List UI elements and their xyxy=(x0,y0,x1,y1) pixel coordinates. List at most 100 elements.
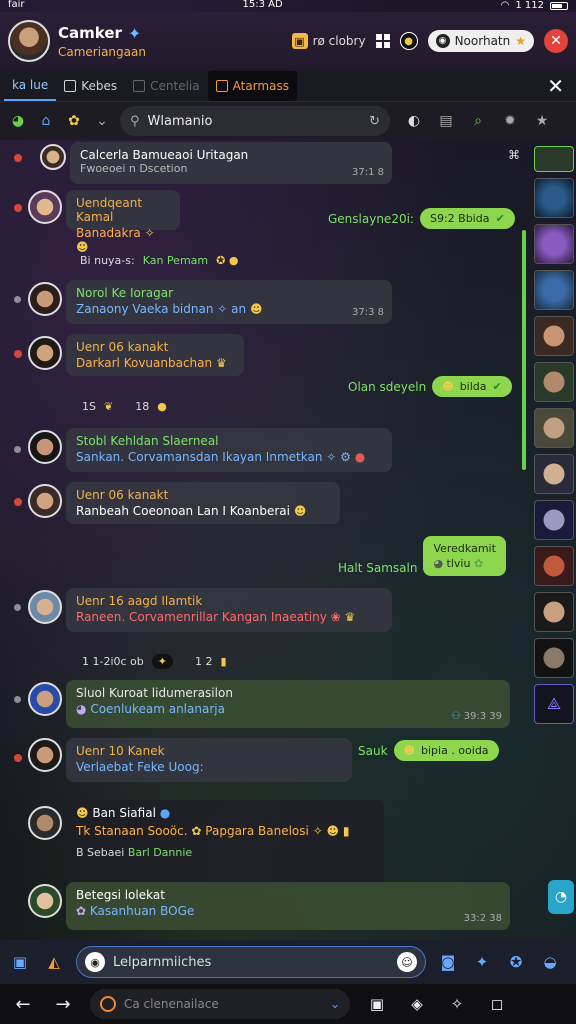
tabs-icon[interactable]: ▣ xyxy=(364,995,390,1013)
logo-icon[interactable]: ⟁ xyxy=(534,684,574,724)
camera-icon[interactable]: ◙ xyxy=(436,950,460,974)
contact-avatar[interactable] xyxy=(534,592,574,632)
list-item[interactable]: ☻ Ban Siafial ● Tk Stanaan Sooöc. ✿ Papg… xyxy=(66,800,384,886)
status-left: fair xyxy=(8,0,25,10)
outgoing-message[interactable]: Halt Samsaln Veredkamit ◕ tlviu ✿ xyxy=(338,536,506,576)
gift-icon[interactable]: ✦ xyxy=(470,950,494,974)
bird-icon: ✦ xyxy=(127,23,142,43)
contact-avatar[interactable] xyxy=(534,546,574,586)
outgoing-bubble: ☻ bilda ✔ xyxy=(432,376,512,397)
scrollbar[interactable] xyxy=(522,230,526,470)
emoji-icon[interactable]: ☺ xyxy=(397,952,417,972)
system-note: 1S ❦ 18 ● xyxy=(82,400,167,413)
extensions-icon[interactable]: ✧ xyxy=(444,995,470,1013)
contact-avatar[interactable] xyxy=(534,146,574,172)
tab-kebes[interactable]: Kebes xyxy=(56,71,125,101)
message-name: Uenr 10 Kanek xyxy=(76,744,165,758)
list-item[interactable]: Betegsi lolekat ✿ Kasanhuan BOGe 33:2 38 xyxy=(66,882,510,930)
bookmark-icon[interactable]: ⌘ xyxy=(508,148,520,162)
list-item[interactable]: Uenr 06 kanakt Darkarl Kovuanbachan ♛ xyxy=(66,334,244,376)
chevron-down-icon[interactable]: ⌄ xyxy=(330,997,340,1011)
avatar[interactable] xyxy=(28,336,62,370)
avatar[interactable] xyxy=(28,738,62,772)
floating-action-icon[interactable]: ◔ xyxy=(548,880,574,914)
user-avatar[interactable] xyxy=(8,20,50,62)
close-tabs-icon[interactable]: ✕ xyxy=(547,74,572,98)
composer-bar: ▣ ◭ ◉ Lelparnmiiches ☺ ◙ ✦ ✪ ◒ xyxy=(0,940,576,984)
search-icon[interactable]: ⌕ xyxy=(468,111,488,131)
status-right: 1 112 xyxy=(515,0,544,11)
palette-icon[interactable]: ◐ xyxy=(404,111,424,131)
app-subtitle: Cameriangaan xyxy=(58,44,146,59)
link-icon: ⚲ xyxy=(130,113,140,129)
list-item[interactable]: Stobl Kehldan Slaerneal Sankan. Corvaman… xyxy=(66,428,392,472)
window-icon[interactable]: ▤ xyxy=(436,111,456,131)
contact-avatar[interactable] xyxy=(534,224,574,264)
game-icon[interactable]: ✪ xyxy=(504,950,528,974)
avatar[interactable] xyxy=(28,430,62,464)
grid-icon[interactable] xyxy=(375,34,390,48)
address-bar[interactable]: Ca clenenailace ⌄ xyxy=(90,989,350,1019)
shop-chip[interactable]: ▣ rø clobry xyxy=(291,33,366,49)
contact-avatar[interactable] xyxy=(534,500,574,540)
badge-icon[interactable]: ✿ xyxy=(64,111,84,131)
forward-arrow-icon[interactable]: → xyxy=(50,994,76,1015)
notification-pill[interactable]: ◉ Noorhatn ★ xyxy=(427,30,534,52)
list-item[interactable]: Uenr 16 aagd Ilamtik Raneen. Corvamenril… xyxy=(66,588,392,632)
shield-icon[interactable]: ◈ xyxy=(404,995,430,1013)
message-text: Ranbeah Coeonoan Lan I Koanberai ☻ xyxy=(76,504,307,518)
close-icon[interactable]: ✕ xyxy=(544,29,568,53)
contact-avatar[interactable] xyxy=(534,270,574,310)
settings-icon[interactable]: ✹ xyxy=(500,111,520,131)
tab-home[interactable]: ka lue xyxy=(4,71,57,101)
reaction-icon: ▮ xyxy=(220,655,227,668)
avatar[interactable] xyxy=(28,484,62,518)
search-field[interactable]: ⚲ Wlamanio ↻ xyxy=(120,106,390,136)
list-item[interactable]: Calcerla Bamueaoi Uritagan Fwoeoei n Dsc… xyxy=(70,142,392,184)
message-name: Sluol Kuroat lidumerasilon xyxy=(76,686,233,700)
list-item[interactable]: Uenr 10 Kanek Verlaebat Feke Uoog: xyxy=(66,738,352,782)
list-item[interactable]: Norol Ke Ioragar Zanaony Vaeka bidnan ✧ … xyxy=(66,280,392,324)
message-text: Zanaony Vaeka bidnan ✧ an ☻ xyxy=(76,302,263,316)
contact-avatar[interactable] xyxy=(534,178,574,218)
outgoing-message[interactable]: Genslayne20i: S9:2 Bbida ✔ xyxy=(328,208,515,229)
list-item[interactable]: Uenr 06 kanakt Ranbeah Coeonoan Lan I Ko… xyxy=(66,482,340,524)
outgoing-message[interactable]: Olan sdeyeln ☻ bilda ✔ xyxy=(348,376,512,397)
avatar[interactable] xyxy=(28,590,62,624)
outgoing-message[interactable]: Sauk ☻ bipia . ooida xyxy=(358,740,499,761)
tab-atarmass[interactable]: Atarmass xyxy=(207,70,297,101)
contact-avatar[interactable] xyxy=(534,362,574,402)
unread-dot xyxy=(14,498,22,506)
contact-avatar[interactable] xyxy=(534,408,574,448)
message-input[interactable]: ◉ Lelparnmiiches ☺ xyxy=(76,946,426,978)
avatar[interactable] xyxy=(28,682,62,716)
avatar[interactable] xyxy=(40,144,66,170)
tab-centelia[interactable]: Centelia xyxy=(125,71,207,101)
mask-icon[interactable]: ◒ xyxy=(538,950,562,974)
home-icon[interactable]: ⌂ xyxy=(36,111,56,131)
contact-avatar[interactable] xyxy=(534,638,574,678)
bag-icon: ▣ xyxy=(291,33,308,49)
refresh-icon[interactable]: ↻ xyxy=(369,114,380,129)
avatar[interactable] xyxy=(28,806,62,840)
check-icon: ✔ xyxy=(495,212,505,225)
chevron-down-icon[interactable]: ⌄ xyxy=(92,111,112,131)
globe-icon[interactable]: ◕ xyxy=(8,111,28,131)
outgoing-label: Olan sdeyeln xyxy=(348,379,427,394)
reaction-icon: ● xyxy=(157,400,167,413)
attach-icon[interactable]: ▣ xyxy=(8,950,32,974)
avatar[interactable] xyxy=(28,884,62,918)
message-name: Uendqeant Kamal xyxy=(76,196,143,224)
coin-icon[interactable]: ● xyxy=(399,32,418,50)
list-item[interactable]: Sluol Kuroat lidumerasilon ◕ Coenlukeam … xyxy=(66,680,510,728)
contact-avatar[interactable] xyxy=(534,316,574,356)
sticker-icon[interactable]: ◭ xyxy=(42,950,66,974)
avatar[interactable] xyxy=(28,282,62,316)
contact-avatar[interactable] xyxy=(534,454,574,494)
star-icon[interactable]: ★ xyxy=(532,111,552,131)
back-arrow-icon[interactable]: ← xyxy=(10,994,36,1015)
avatar[interactable] xyxy=(28,190,62,224)
chat-bubble-icon[interactable]: ◻ xyxy=(484,995,510,1013)
list-item[interactable]: Uendqeant Kamal Banadakra ✧ ☻ xyxy=(66,190,180,254)
message-text: Sankan. Corvamansdan Ikayan Inmetkan ✧ ⚙… xyxy=(76,450,366,464)
